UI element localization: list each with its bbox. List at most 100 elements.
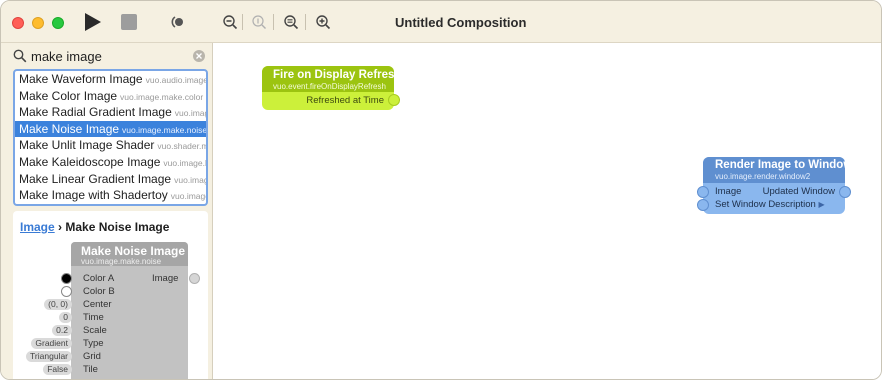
breadcrumb-separator: › <box>58 220 63 234</box>
result-item-make-color-image[interactable]: Make Color Image vuo.image.make.color <box>15 88 206 105</box>
play-icon <box>85 13 101 31</box>
port-row-grid: Triangular Grid <box>13 350 208 363</box>
constant-value[interactable]: 0.2 <box>52 325 72 336</box>
result-item-make-noise-image[interactable]: Make Noise Image vuo.image.make.noise <box>15 120 206 138</box>
result-title: Make Image with Shadertoy <box>19 188 168 203</box>
result-title: Make Color Image <box>19 88 118 103</box>
port-row-color-b: Color B <box>13 285 208 298</box>
minimize-window-button[interactable] <box>32 17 44 29</box>
node-documentation-panel: Image › Make Noise Image Make Noise Imag… <box>13 211 208 379</box>
search-icon <box>13 49 27 63</box>
output-port-label: Refreshed at Time <box>306 95 384 106</box>
port-label: Color A <box>83 273 115 284</box>
result-class: vuo.image.kaleidoscope <box>163 157 206 168</box>
zoom-fit-icon <box>284 15 299 30</box>
clear-icon <box>196 53 202 59</box>
input-port-image[interactable] <box>697 186 709 198</box>
node-class: vuo.image.render.window2 <box>715 172 811 181</box>
play-button[interactable] <box>81 10 105 34</box>
port-label: Scale <box>83 325 107 336</box>
broadcast-icon <box>171 16 183 28</box>
result-item-make-waveform-image[interactable]: Make Waveform Imagevuo.audio.image.wavef… <box>15 71 206 88</box>
node-preview-class: vuo.image.make.noise <box>81 257 162 266</box>
close-window-button[interactable] <box>12 17 24 29</box>
zoom-out-icon <box>223 15 238 30</box>
result-class: vuo.audio.image.waveform <box>145 75 206 85</box>
port-label: Center <box>83 299 112 310</box>
node-header: Render Image to Window vuo.image.render.… <box>703 157 852 183</box>
composition-canvas[interactable]: Fire on Display Refresh vuo.event.fireOn… <box>213 43 881 379</box>
breadcrumb-title: Make Noise Image <box>65 220 170 234</box>
stop-icon <box>121 14 137 30</box>
constant-value[interactable]: Gradient <box>31 338 72 349</box>
result-class: vuo.image.make.noise <box>122 124 206 135</box>
result-title: Make Noise Image <box>19 121 120 136</box>
stop-button[interactable] <box>119 10 139 34</box>
constant-value[interactable]: False <box>43 364 72 375</box>
constant-value[interactable]: Triangular <box>26 351 72 362</box>
zoom-in-button[interactable] <box>313 10 333 34</box>
breadcrumb-link-image[interactable]: Image <box>20 220 55 234</box>
result-title: Make Waveform Image <box>19 72 143 86</box>
result-class: vuo.shader.make.image.unlit <box>157 141 206 152</box>
node-render-image-to-window[interactable]: Render Image to Window vuo.image.render.… <box>697 157 852 214</box>
output-port-dot[interactable] <box>189 273 200 284</box>
library-search-input[interactable] <box>31 46 191 66</box>
port-label: Tile <box>83 364 98 375</box>
toolbar-divider <box>242 14 243 30</box>
color-swatch[interactable] <box>61 286 72 297</box>
output-port-label: Updated Window <box>762 186 835 197</box>
constant-value[interactable]: (0, 0) <box>44 299 72 310</box>
window-title: Untitled Composition <box>395 15 527 30</box>
output-port-updated-window[interactable] <box>839 186 851 198</box>
result-title: Make Unlit Image Shader <box>19 138 155 153</box>
port-row-time: 0 Time <box>13 311 208 324</box>
node-title: Fire on Display Refresh <box>273 69 402 81</box>
zoom-out-button[interactable] <box>220 10 240 34</box>
result-class: vuo.image.make.color <box>120 91 204 102</box>
input-port-label: Image <box>715 186 742 197</box>
constant-value[interactable]: 0 <box>59 312 72 323</box>
zoom-to-fit-button[interactable] <box>281 10 301 34</box>
node-library-panel: Make Waveform Imagevuo.audio.image.wavef… <box>1 43 213 379</box>
expand-arrow-icon[interactable]: ▶ <box>819 200 825 209</box>
port-label: Grid <box>83 351 101 362</box>
port-row-type: Gradient Type <box>13 337 208 350</box>
port-row-color-a: Color A Image <box>13 272 208 285</box>
library-search <box>11 46 207 66</box>
result-title: Make Radial Gradient Image <box>19 105 172 120</box>
zoom-in-icon <box>316 15 331 30</box>
node-preview-title: Make Noise Image <box>81 244 186 258</box>
zoom-window-button[interactable] <box>52 17 64 29</box>
input-port-set-window-description[interactable] <box>697 199 709 211</box>
result-item-make-image-with-shadertoy[interactable]: Make Image with Shadertoyvuo.image.make.… <box>15 187 206 204</box>
result-item-make-linear-gradient-image[interactable]: Make Linear Gradient Imagevuo.image.make… <box>15 171 206 188</box>
result-class: vuo.image.make.gradient.radial <box>174 108 206 119</box>
toolbar-divider <box>305 14 306 30</box>
port-row-center: (0, 0) Center <box>13 298 208 311</box>
result-title: Make Kaleidoscope Image <box>19 154 161 169</box>
clear-search-button[interactable] <box>193 50 205 62</box>
zoom-actual-size-button[interactable] <box>249 10 269 34</box>
result-class: vuo.image.make.gradient.linear <box>174 174 206 185</box>
node-title: Render Image to Window <box>715 159 853 171</box>
output-port-refreshed-at-time[interactable] <box>388 94 400 106</box>
show-events-button[interactable] <box>168 10 188 34</box>
result-title: Make Linear Gradient Image <box>19 171 172 186</box>
input-port-label: Set Window Description ▶ <box>715 199 825 210</box>
input-port-label-text: Set Window Description <box>715 199 816 210</box>
node-fire-on-display-refresh[interactable]: Fire on Display Refresh vuo.event.fireOn… <box>262 66 401 110</box>
composition-window: Untitled Composition Make Waveform Image… <box>0 0 882 380</box>
result-item-make-kaleidoscope-image[interactable]: Make Kaleidoscope Imagevuo.image.kaleido… <box>15 154 206 171</box>
node-class: vuo.event.fireOnDisplayRefresh <box>273 82 386 91</box>
toolbar-divider <box>273 14 274 30</box>
search-results-list: Make Waveform Imagevuo.audio.image.wavef… <box>13 69 208 206</box>
toolbar: Untitled Composition <box>1 1 881 43</box>
node-header: Fire on Display Refresh vuo.event.fireOn… <box>262 66 401 92</box>
output-port-label: Image <box>152 273 179 284</box>
port-label: Color B <box>83 286 115 297</box>
result-class: vuo.image.make.shadertoy <box>170 191 206 202</box>
color-swatch[interactable] <box>61 273 72 284</box>
result-item-make-unlit-image-shader[interactable]: Make Unlit Image Shadervuo.shader.make.i… <box>15 137 206 154</box>
result-item-make-radial-gradient-image[interactable]: Make Radial Gradient Imagevuo.image.make… <box>15 104 206 121</box>
